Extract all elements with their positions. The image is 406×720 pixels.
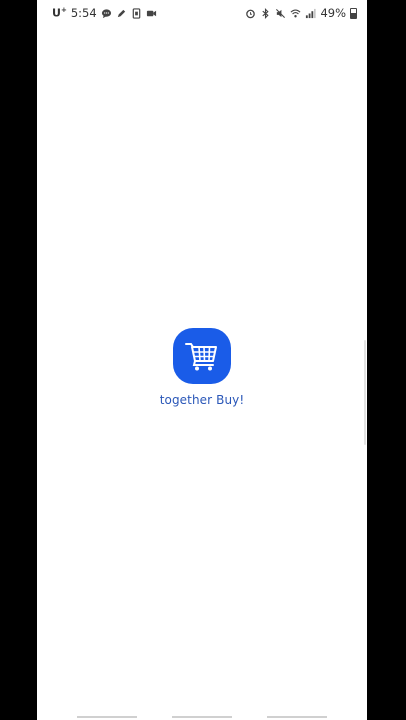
sim-icon [131, 7, 142, 19]
bluetooth-icon [260, 7, 271, 19]
app-name: together Buy! [159, 393, 245, 407]
carrier-sup: + [60, 6, 67, 15]
status-right: 49% [245, 6, 357, 20]
nav-hint-right [267, 716, 327, 718]
video-camera-icon [146, 8, 157, 19]
status-left: U+ 5:54 [52, 6, 157, 20]
carrier-text: U [52, 6, 61, 20]
app-logo [173, 328, 231, 384]
shopping-cart-icon [185, 343, 217, 371]
phone-screen: U+ 5:54 49% together Buy! [37, 0, 367, 720]
status-bar: U+ 5:54 49% [37, 0, 367, 26]
scroll-indicator [364, 340, 366, 445]
chat-bubble-icon [101, 8, 112, 19]
alarm-icon [245, 8, 256, 19]
nav-hint-left [77, 716, 137, 718]
carrier-label: U+ [52, 6, 67, 20]
signal-icon [305, 8, 316, 19]
battery-percent: 49% [320, 6, 346, 20]
status-time: 5:54 [70, 6, 97, 20]
splash-screen: together Buy! [37, 328, 367, 407]
pen-icon [116, 8, 127, 19]
navigation-hint [77, 716, 327, 718]
mute-icon [275, 8, 286, 19]
nav-hint-center [172, 716, 232, 718]
wifi-icon [290, 8, 301, 19]
battery-icon [350, 7, 357, 19]
